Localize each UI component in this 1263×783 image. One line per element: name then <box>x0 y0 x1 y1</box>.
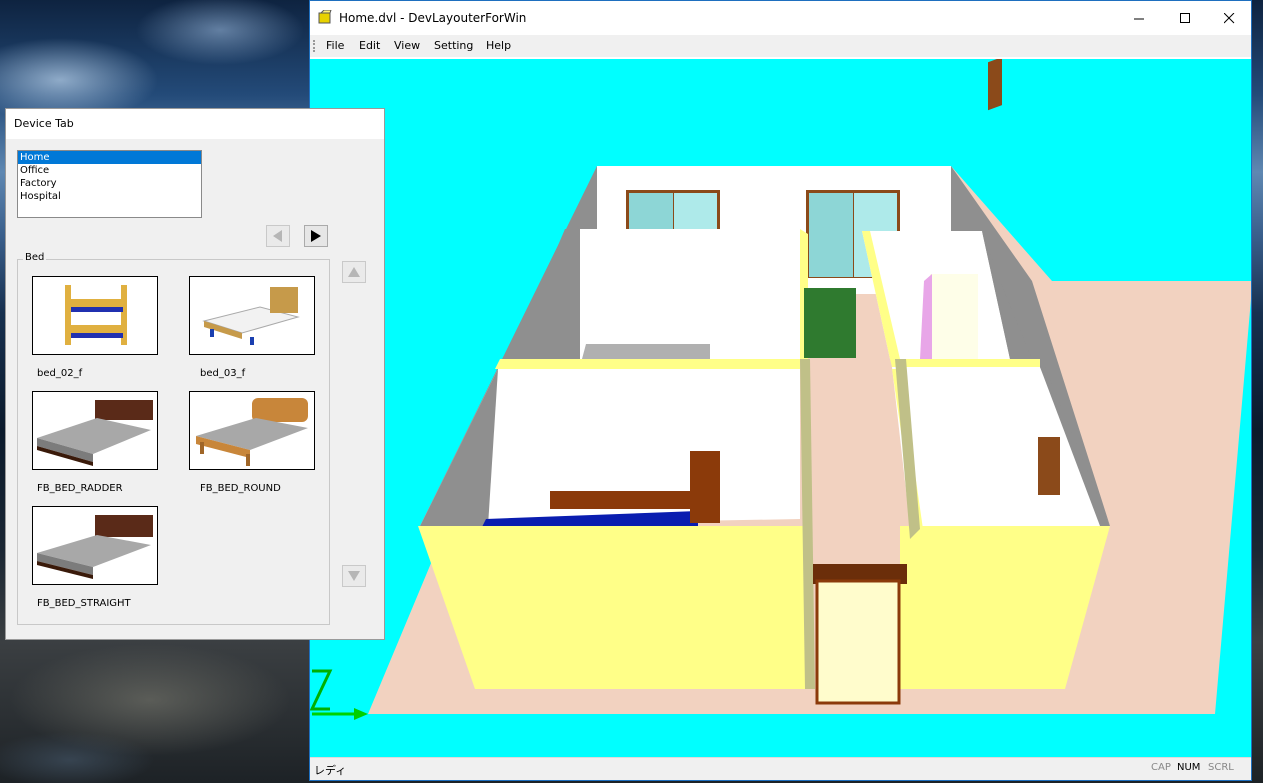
device-tab-title-bar[interactable]: Device Tab <box>6 109 384 139</box>
indicator-scrl: SCRL <box>1208 762 1234 773</box>
room-layout-render <box>310 59 1251 720</box>
triangle-down-icon <box>348 571 360 581</box>
device-tab-title: Device Tab <box>14 117 74 130</box>
item-bed-02-f[interactable] <box>32 276 158 355</box>
item-label: FB_BED_RADDER <box>37 483 123 494</box>
item-label: FB_BED_STRAIGHT <box>37 598 131 609</box>
bed-thumbnail <box>37 400 153 466</box>
main-window: Home.dvl - DevLayouterForWin File Edit V… <box>309 0 1252 781</box>
status-text: レディ <box>314 764 347 777</box>
axis-z-indicator <box>310 669 333 711</box>
minimize-button[interactable] <box>1116 1 1162 35</box>
3d-viewport[interactable] <box>310 59 1251 759</box>
menu-help[interactable]: Help <box>486 39 511 52</box>
front-wall-left <box>418 526 805 689</box>
menu-edit[interactable]: Edit <box>359 39 380 52</box>
menu-grip[interactable] <box>313 40 317 52</box>
item-fb-bed-radder[interactable] <box>32 391 158 470</box>
prev-group-button[interactable] <box>266 225 290 247</box>
menu-view[interactable]: View <box>394 39 420 52</box>
item-fb-bed-straight[interactable] <box>32 506 158 585</box>
front-door <box>815 579 901 705</box>
next-group-button[interactable] <box>304 225 328 247</box>
scroll-up-button[interactable] <box>342 261 366 283</box>
indicator-num: NUM <box>1177 762 1201 773</box>
category-item-hospital[interactable]: Hospital <box>18 190 201 203</box>
item-bed-03-f[interactable] <box>189 276 315 355</box>
bunk-bed-thumbnail <box>65 285 127 345</box>
category-item-factory[interactable]: Factory <box>18 177 201 190</box>
bed-group: Bed bed_02_f bed_03_f FB_BED_RADDER FB_B… <box>17 252 330 625</box>
triangle-left-icon <box>273 230 282 242</box>
app-icon <box>318 10 332 24</box>
item-label: bed_03_f <box>200 368 246 379</box>
maximize-button[interactable] <box>1162 1 1208 35</box>
category-item-office[interactable]: Office <box>18 164 201 177</box>
device-tab-window: Device Tab Home Office Factory Hospital … <box>5 108 385 640</box>
bed-thumbnail <box>202 287 300 345</box>
minimize-icon <box>1133 18 1144 19</box>
triangle-up-icon <box>348 267 360 277</box>
category-item-home[interactable]: Home <box>18 151 201 164</box>
window-title: Home.dvl - DevLayouterForWin <box>339 11 527 25</box>
item-label: FB_BED_ROUND <box>200 483 281 494</box>
triangle-right-icon <box>311 230 321 242</box>
menu-bar: File Edit View Setting Help <box>310 35 1251 57</box>
menu-setting[interactable]: Setting <box>434 39 473 52</box>
item-label: bed_02_f <box>37 368 83 379</box>
title-bar[interactable]: Home.dvl - DevLayouterForWin <box>310 1 1251 35</box>
scroll-down-button[interactable] <box>342 565 366 587</box>
bed-thumbnail <box>37 515 153 579</box>
bed-thumbnail <box>196 398 308 466</box>
item-fb-bed-round[interactable] <box>189 391 315 470</box>
close-button[interactable] <box>1206 1 1252 35</box>
indicator-cap: CAP <box>1151 762 1171 773</box>
close-icon <box>1223 12 1234 23</box>
menu-file[interactable]: File <box>326 39 344 52</box>
group-label: Bed <box>23 252 47 263</box>
maximize-icon <box>1179 12 1190 23</box>
status-bar: レディ CAP NUM SCRL <box>310 757 1251 780</box>
category-list[interactable]: Home Office Factory Hospital <box>17 150 202 218</box>
